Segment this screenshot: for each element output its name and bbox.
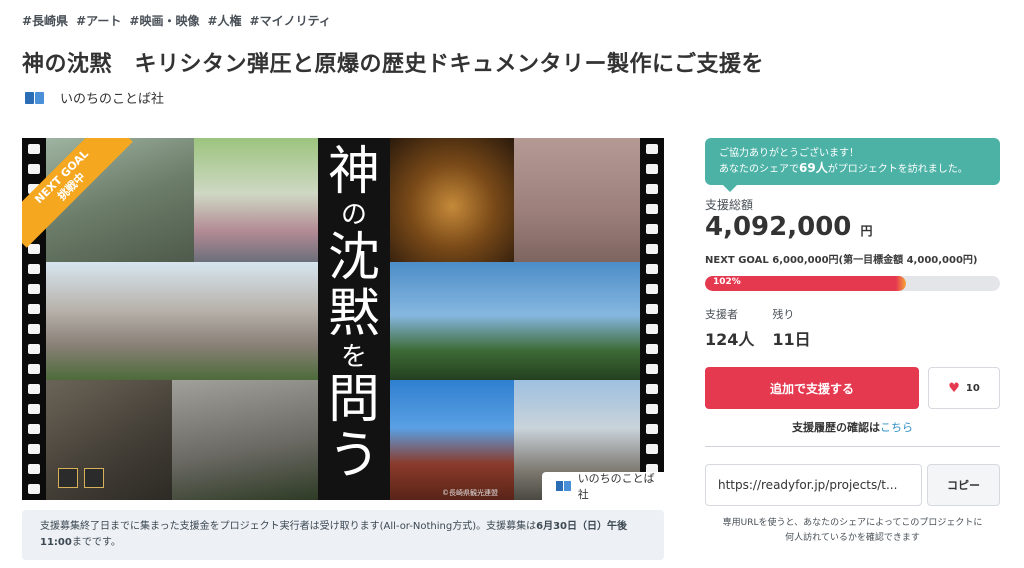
film-hole	[28, 244, 40, 254]
film-hole	[646, 204, 658, 214]
next-goal-text: NEXT GOAL 6,000,000円(第一目標金額 4,000,000円)	[705, 255, 978, 266]
hero-owner-logo: いのちのことば社	[542, 472, 664, 500]
film-hole	[646, 304, 658, 314]
tag-art[interactable]: #アート	[76, 12, 121, 29]
film-hole	[646, 404, 658, 414]
film-hole	[28, 304, 40, 314]
film-hole	[28, 364, 40, 374]
progress-percent: 102%	[713, 277, 741, 287]
film-hole	[28, 164, 40, 174]
favorite-count: 10	[965, 382, 980, 394]
film-hole	[646, 444, 658, 454]
vertical-film-title: 神 の 沈 黙 を 問 う	[327, 142, 380, 486]
support-again-button[interactable]: 追加で支援する	[705, 367, 919, 409]
film-hole	[646, 224, 658, 234]
film-hole	[28, 464, 40, 474]
photo-crucifix	[390, 138, 514, 262]
support-history: 支援履歴の確認はこちら	[792, 421, 913, 434]
book-logo-icon	[556, 480, 572, 492]
film-hole	[28, 424, 40, 434]
project-main-image: 神 の 沈 黙 を 問 う NEXT GOAL 挑戦中 ©長崎県観光連盟 いのち…	[22, 138, 664, 500]
film-hole	[646, 384, 658, 394]
film-hole	[28, 384, 40, 394]
tag-list: #長崎県 #アート #映画・映像 #人権 #マイノリティ	[22, 12, 331, 29]
book-logo-icon	[24, 90, 46, 106]
film-hole	[646, 344, 658, 354]
project-owner[interactable]: いのちのことば社	[24, 88, 164, 107]
tag-film[interactable]: #映画・映像	[129, 12, 199, 29]
film-badge-icon	[58, 468, 78, 488]
divider	[705, 446, 1000, 447]
film-hole	[646, 184, 658, 194]
supporters-stat: 支援者 124人	[705, 308, 755, 349]
share-visitor-count: 69人	[799, 161, 828, 175]
film-hole	[646, 264, 658, 274]
film-strip-right	[640, 138, 664, 500]
share-url-note: 専用URLを使うと、あなたのシェアによってこのプロジェクトに何人訪れているかを確…	[722, 518, 983, 543]
favorite-button[interactable]: ♥ 10	[928, 367, 1000, 409]
tag-minority[interactable]: #マイノリティ	[250, 12, 331, 29]
film-hole	[28, 324, 40, 334]
all-or-nothing-notice: 支援募集終了日までに集まった支援金をプロジェクト実行者は受け取ります(All-o…	[22, 510, 664, 560]
progress-bar: 102%	[705, 276, 1000, 291]
heart-icon: ♥	[948, 380, 960, 396]
photo-credit: ©長崎県観光連盟	[442, 489, 498, 497]
share-url-field[interactable]	[705, 464, 922, 506]
film-hole	[28, 404, 40, 414]
support-history-link[interactable]: こちら	[880, 421, 913, 434]
photo-martyrs-monument	[46, 262, 318, 380]
tag-nagasaki[interactable]: #長崎県	[22, 12, 68, 29]
film-hole	[646, 164, 658, 174]
owner-name[interactable]: いのちのことば社	[60, 88, 164, 107]
stats: 支援者 124人 残り 11日	[705, 306, 811, 350]
share-thanks-bubble: ご協力ありがとうございます！ あなたのシェアで69人がプロジェクトを訪れました。	[705, 138, 1000, 192]
film-hole	[28, 344, 40, 354]
photo-urakami-cathedral	[390, 380, 514, 500]
film-hole	[28, 264, 40, 274]
film-hole	[646, 364, 658, 374]
film-hole	[28, 444, 40, 454]
photo-stone-relief	[514, 138, 640, 262]
photo-peace-statue	[390, 262, 640, 380]
photo-visitors	[194, 138, 318, 262]
film-hole	[646, 284, 658, 294]
logo-badge-icon	[84, 468, 104, 488]
total-amount: 4,092,000 円	[705, 212, 873, 242]
film-hole	[646, 244, 658, 254]
film-hole	[646, 424, 658, 434]
copy-button[interactable]: コピー	[927, 464, 1000, 506]
film-hole	[28, 144, 40, 154]
badge-icons	[58, 468, 104, 488]
film-hole	[646, 324, 658, 334]
photo-stone-monument	[172, 380, 318, 500]
film-hole	[28, 484, 40, 494]
film-hole	[28, 284, 40, 294]
total-label: 支援総額	[705, 198, 754, 212]
remaining-stat: 残り 11日	[772, 308, 811, 349]
film-hole	[646, 144, 658, 154]
tag-human-rights[interactable]: #人権	[207, 12, 241, 29]
page-title: 神の沈黙 キリシタン弾圧と原爆の歴史ドキュメンタリー製作にご支援を	[22, 52, 765, 77]
